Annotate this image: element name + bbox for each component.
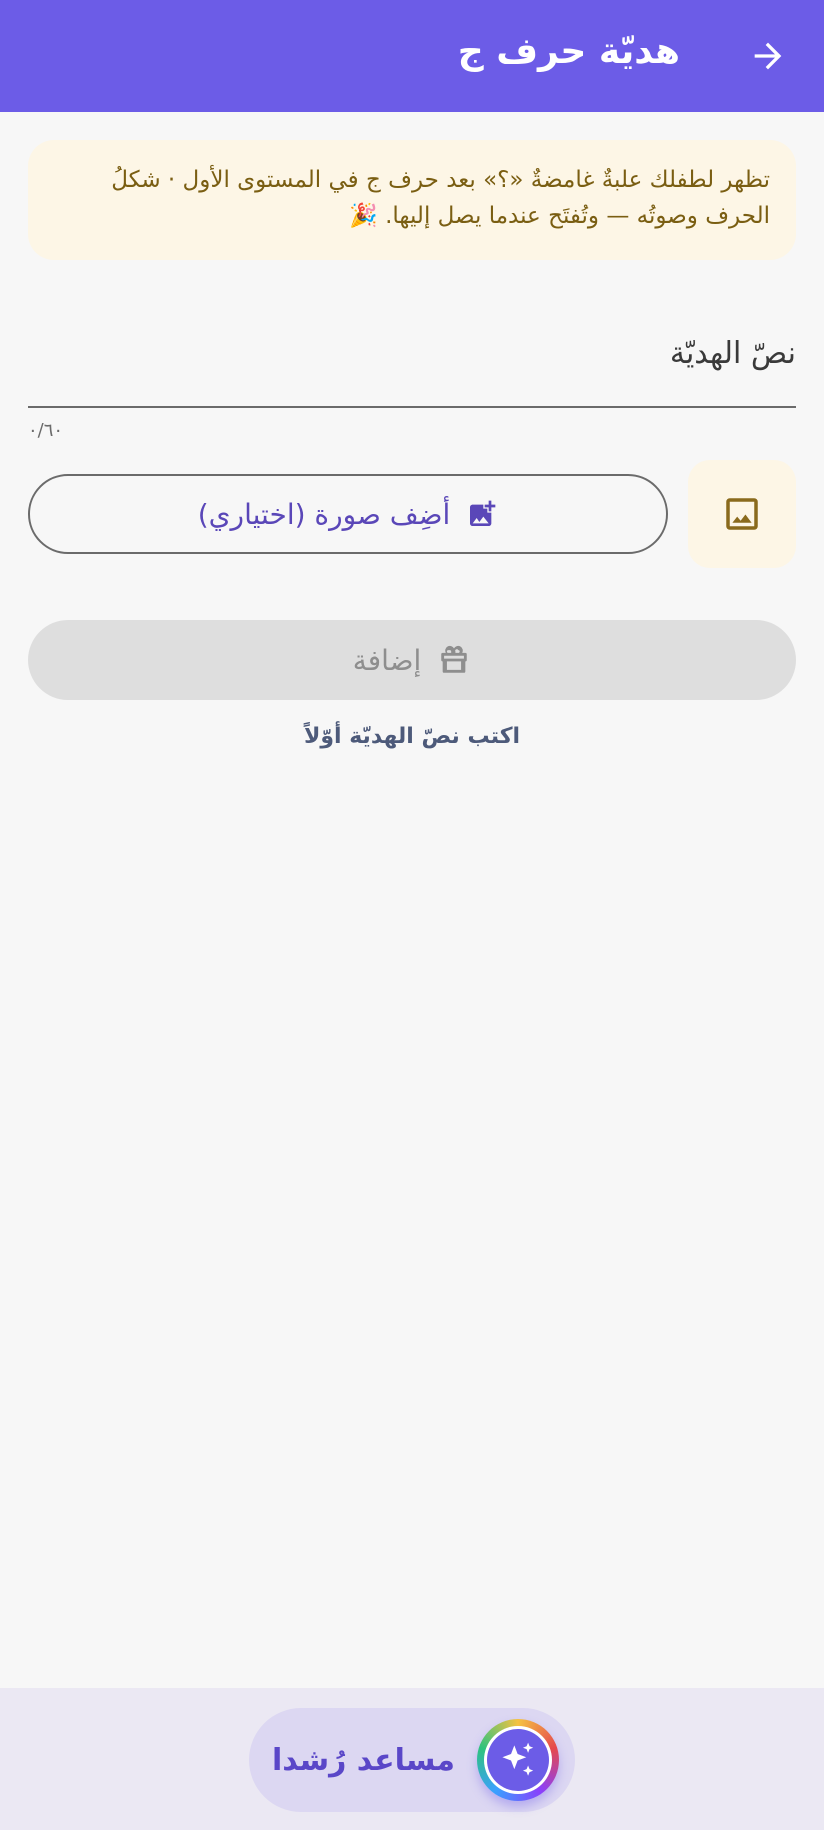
add-gift-label: إضافة [352,643,422,677]
add-photo-label: أضِف صورة (اختياري) [197,497,451,531]
assistant-button[interactable]: مساعد رُشدا [249,1708,575,1812]
page-title: هديّة حرف ج [457,31,680,72]
validation-hint: اكتب نصّ الهديّة أوّلاً [303,724,521,749]
arrow-forward-icon [754,42,782,70]
add-photo-icon [470,500,496,526]
info-banner: تظهر لطفلك علبةٌ غامضةٌ «؟» بعد حرف ج في… [28,140,796,260]
app-header: هديّة حرف ج [0,0,824,112]
image-icon [726,498,758,530]
add-photo-button[interactable]: أضِف صورة (اختياري) [28,474,668,554]
gift-icon [441,645,467,673]
back-button[interactable] [740,28,796,84]
app-screen: هديّة حرف ج تظهر لطفلك علبةٌ غامضةٌ «؟» … [0,0,824,1830]
assistant-label: مساعد رُشدا [271,1742,455,1778]
character-counter: ٠/٦٠ [28,420,64,441]
gift-text-field[interactable] [28,318,796,408]
image-preview[interactable] [688,460,796,568]
add-gift-button[interactable]: إضافة [28,620,796,700]
bottom-bar: مساعد رُشدا [0,1688,824,1830]
assistant-avatar [477,1719,559,1801]
gift-text-input[interactable] [28,318,796,388]
sparkles-icon [502,1742,534,1776]
